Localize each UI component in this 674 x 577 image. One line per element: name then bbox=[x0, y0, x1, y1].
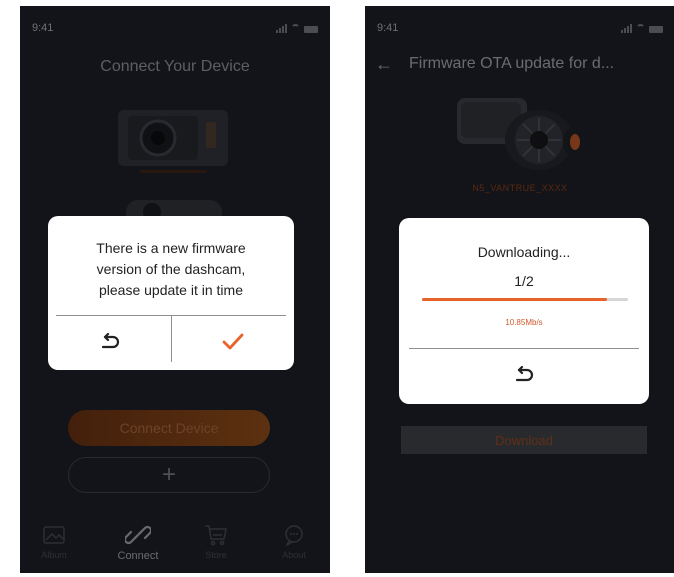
undo-arrow-icon bbox=[515, 366, 534, 382]
progress-fill bbox=[422, 298, 608, 301]
download-speed: 10.85Mb/s bbox=[505, 318, 543, 327]
checkmark-icon bbox=[222, 333, 244, 350]
dialog-message-line-3: please update it in time bbox=[99, 282, 243, 298]
download-step: 1/2 bbox=[514, 273, 534, 289]
dialog-divider bbox=[409, 348, 639, 349]
connect-screen: 9:41 Connect Your Device Connect Device … bbox=[20, 6, 330, 573]
firmware-update-screen: 9:41 ← Firmware OTA update for d... N5_V… bbox=[365, 6, 674, 573]
confirm-button[interactable] bbox=[172, 316, 294, 368]
dialog-message-line-1: There is a new firmware bbox=[96, 240, 246, 256]
back-button[interactable] bbox=[399, 350, 649, 400]
undo-arrow-icon bbox=[101, 333, 119, 349]
dialog-message: There is a new firmware version of the d… bbox=[48, 238, 294, 301]
download-progress-dialog: Downloading... 1/2 10.85Mb/s bbox=[399, 218, 649, 404]
dialog-heading: Downloading... bbox=[477, 244, 571, 260]
dialog-message-line-2: version of the dashcam, bbox=[96, 261, 246, 277]
firmware-update-dialog: There is a new firmware version of the d… bbox=[48, 216, 294, 370]
progress-bar bbox=[422, 298, 628, 301]
cancel-button[interactable] bbox=[48, 316, 171, 368]
